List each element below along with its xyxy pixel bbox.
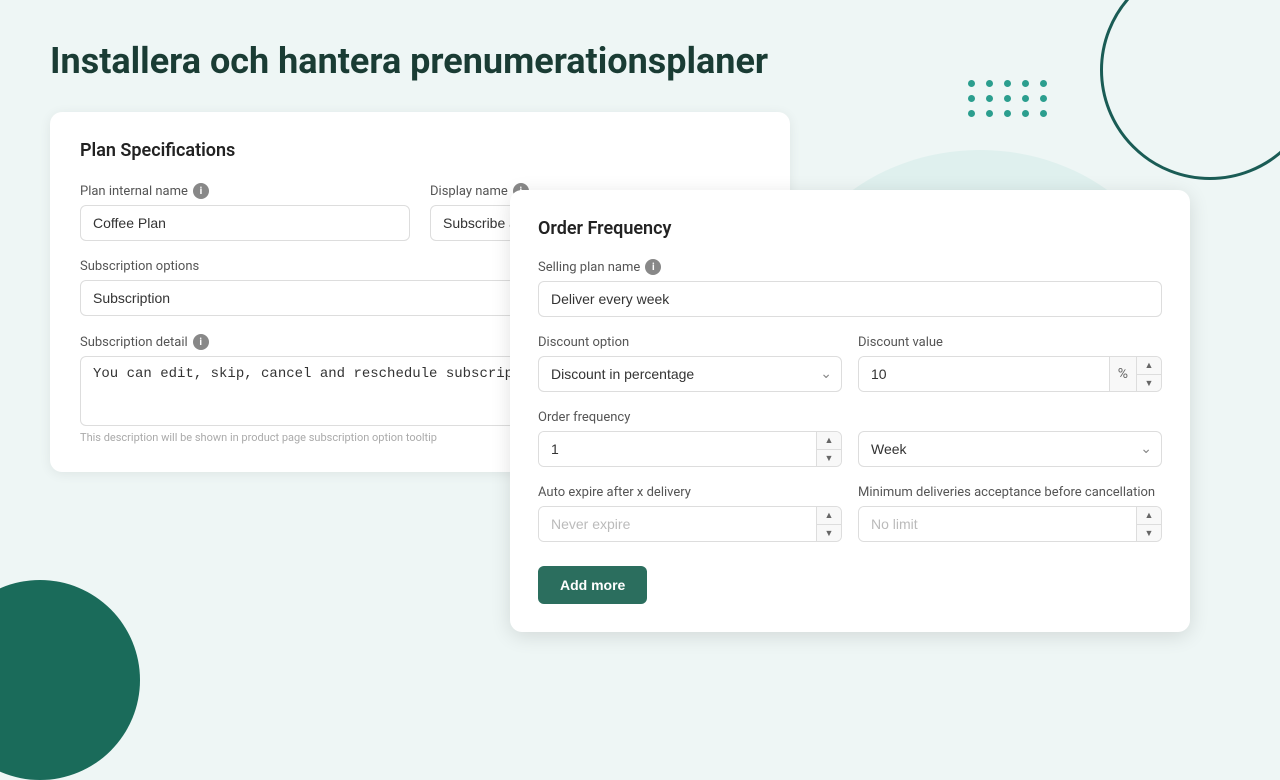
auto-expire-input[interactable]	[539, 507, 816, 541]
order-frequency-card: Order Frequency Selling plan name i Disc…	[510, 190, 1190, 632]
auto-expire-stepper-buttons: ▲ ▼	[816, 507, 841, 541]
discount-option-select[interactable]: Discount in percentage Fixed amount disc…	[538, 356, 842, 392]
expire-deliveries-row: Auto expire after x delivery ▲ ▼ Minimum…	[538, 485, 1162, 542]
plan-spec-title: Plan Specifications	[80, 140, 760, 161]
order-period-select-wrapper: Day Week Month Year	[858, 431, 1162, 467]
discount-option-group: Discount option Discount in percentage F…	[538, 335, 842, 392]
selling-plan-label: Selling plan name i	[538, 259, 1162, 275]
min-deliveries-group: Minimum deliveries acceptance before can…	[858, 485, 1162, 542]
internal-name-group: Plan internal name i	[80, 183, 410, 241]
selling-plan-info-icon: i	[645, 259, 661, 275]
auto-expire-increase-btn[interactable]: ▲	[817, 507, 841, 525]
min-deliveries-label: Minimum deliveries acceptance before can…	[858, 485, 1162, 500]
order-frequency-group: Order frequency ▲ ▼	[538, 410, 842, 467]
min-deliveries-stepper-buttons: ▲ ▼	[1136, 507, 1161, 541]
order-frequency-stepper-wrapper: ▲ ▼	[538, 431, 842, 467]
min-deliveries-input[interactable]	[859, 507, 1136, 541]
min-deliveries-increase-btn[interactable]: ▲	[1137, 507, 1161, 525]
min-deliveries-decrease-btn[interactable]: ▼	[1137, 525, 1161, 542]
auto-expire-group: Auto expire after x delivery ▲ ▼	[538, 485, 842, 542]
order-freq-decrease-btn[interactable]: ▼	[817, 450, 841, 467]
order-period-group: Day Week Month Year	[858, 410, 1162, 467]
discount-unit: %	[1109, 357, 1136, 391]
discount-value-group: Discount value % ▲ ▼	[858, 335, 1162, 392]
add-more-button[interactable]: Add more	[538, 566, 647, 604]
order-period-label	[858, 410, 1162, 425]
order-freq-increase-btn[interactable]: ▲	[817, 432, 841, 450]
order-frequency-stepper-buttons: ▲ ▼	[816, 432, 841, 466]
discount-decrease-btn[interactable]: ▼	[1137, 375, 1161, 392]
discount-value-wrapper: % ▲ ▼	[858, 356, 1162, 392]
discount-increase-btn[interactable]: ▲	[1137, 357, 1161, 375]
decorative-circle-bottom-left	[0, 580, 140, 780]
discount-option-label: Discount option	[538, 335, 842, 350]
discount-value-input[interactable]	[859, 357, 1109, 391]
auto-expire-decrease-btn[interactable]: ▼	[817, 525, 841, 542]
internal-name-label: Plan internal name i	[80, 183, 410, 199]
page-title: Installera och hantera prenumerationspla…	[50, 40, 1230, 82]
order-freq-title: Order Frequency	[538, 218, 1162, 239]
auto-expire-label: Auto expire after x delivery	[538, 485, 842, 500]
order-period-select[interactable]: Day Week Month Year	[858, 431, 1162, 467]
selling-plan-input[interactable]	[538, 281, 1162, 317]
order-frequency-input[interactable]	[539, 432, 816, 466]
selling-plan-group: Selling plan name i	[538, 259, 1162, 317]
internal-name-input[interactable]	[80, 205, 410, 241]
order-frequency-label: Order frequency	[538, 410, 842, 425]
discount-value-label: Discount value	[858, 335, 1162, 350]
internal-name-info-icon: i	[193, 183, 209, 199]
subscription-detail-info-icon: i	[193, 334, 209, 350]
min-deliveries-stepper-wrapper: ▲ ▼	[858, 506, 1162, 542]
discount-option-select-wrapper: Discount in percentage Fixed amount disc…	[538, 356, 842, 392]
discount-row: Discount option Discount in percentage F…	[538, 335, 1162, 392]
auto-expire-stepper-wrapper: ▲ ▼	[538, 506, 842, 542]
discount-stepper: ▲ ▼	[1136, 357, 1161, 391]
order-frequency-row: Order frequency ▲ ▼ Day Week Month	[538, 410, 1162, 467]
